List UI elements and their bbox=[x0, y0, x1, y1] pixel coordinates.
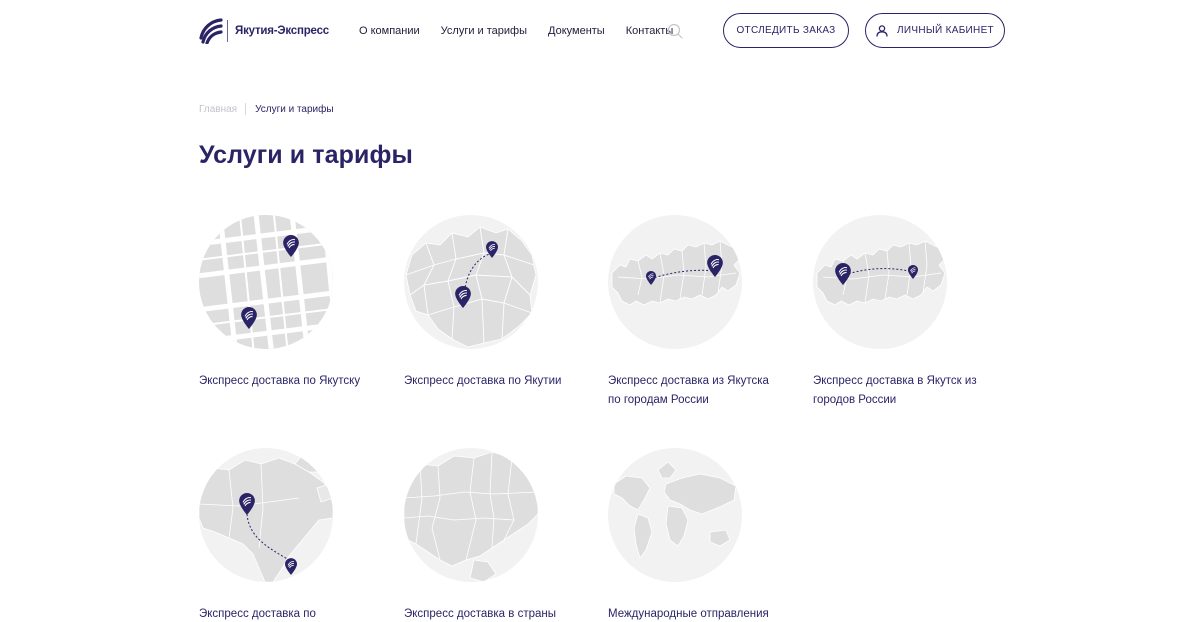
service-label: Экспресс доставка в страны bbox=[404, 608, 556, 620]
logo-icon bbox=[199, 18, 223, 44]
nav-item-documents[interactable]: Документы bbox=[548, 25, 605, 37]
russia-map-icon bbox=[813, 215, 947, 349]
eurasia-map-icon bbox=[404, 448, 538, 582]
personal-cabinet-label: ЛИЧНЫЙ КАБИНЕТ bbox=[897, 25, 994, 36]
service-label: Экспресс доставка по Якутии bbox=[404, 375, 562, 387]
breadcrumb-current: Услуги и тарифы bbox=[255, 103, 334, 115]
russia-map-icon bbox=[608, 215, 742, 349]
america-map-icon bbox=[199, 448, 333, 582]
track-order-label: ОТСЛЕДИТЬ ЗАКАЗ bbox=[736, 25, 836, 36]
breadcrumb: Главная Услуги и тарифы bbox=[199, 103, 334, 115]
service-label: Экспресс доставка в Якутск из городов Ро… bbox=[813, 375, 977, 406]
breadcrumb-divider bbox=[245, 103, 247, 115]
breadcrumb-home[interactable]: Главная bbox=[199, 104, 237, 115]
search-icon[interactable] bbox=[667, 23, 683, 39]
logo-text: Якутия-Экспресс bbox=[235, 25, 329, 37]
yakutia-map-icon bbox=[404, 215, 538, 349]
service-label: Международные отправления bbox=[608, 608, 769, 620]
logo[interactable]: Якутия-Экспресс bbox=[199, 18, 329, 44]
logo-divider bbox=[227, 20, 228, 42]
city-map-icon bbox=[199, 215, 333, 349]
personal-cabinet-button[interactable]: ЛИЧНЫЙ КАБИНЕТ bbox=[865, 13, 1005, 48]
nav-item-about[interactable]: О компании bbox=[359, 25, 420, 37]
site-header: Якутия-Экспресс О компании Услуги и тари… bbox=[0, 0, 1200, 62]
service-label: Экспресс доставка по bbox=[199, 608, 316, 620]
nav-item-services[interactable]: Услуги и тарифы bbox=[441, 25, 527, 37]
track-order-button[interactable]: ОТСЛЕДИТЬ ЗАКАЗ bbox=[723, 13, 849, 48]
world-map-icon bbox=[608, 448, 742, 582]
service-label: Экспресс доставка по Якутску bbox=[199, 375, 361, 387]
main-nav: О компании Услуги и тарифы Документы Кон… bbox=[359, 25, 694, 37]
user-icon bbox=[876, 24, 888, 37]
page-title: Услуги и тарифы bbox=[199, 141, 413, 169]
service-label: Экспресс доставка из Якутска по городам … bbox=[608, 375, 769, 406]
